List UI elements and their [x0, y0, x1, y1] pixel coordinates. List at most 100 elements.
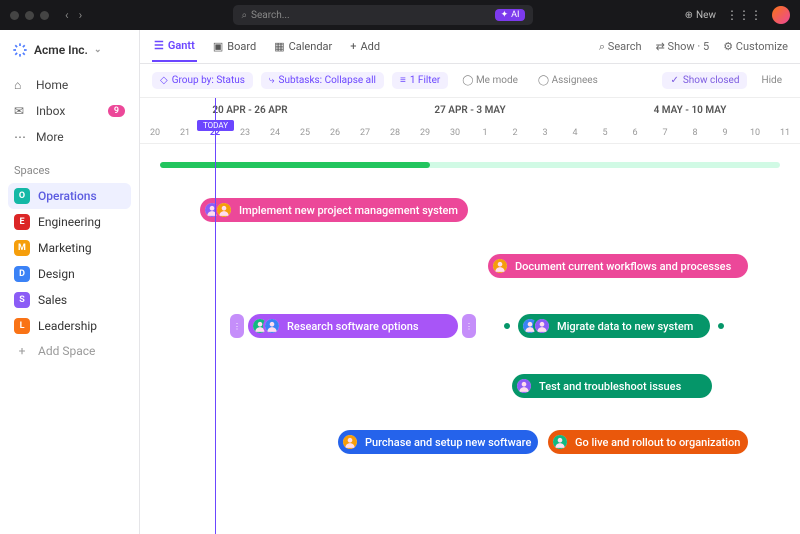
calendar-icon: ▦ — [274, 40, 284, 53]
hide-button[interactable]: Hide — [755, 72, 788, 89]
show-closed-chip[interactable]: ✓ Show closed — [662, 72, 747, 89]
workspace-name: Acme Inc. — [34, 43, 88, 57]
chevron-down-icon: ⌄ — [94, 45, 102, 55]
avatar — [533, 317, 551, 335]
sidebar: Acme Inc. ⌄ ⌂Home ✉Inbox9 ⋯More Spaces O… — [0, 30, 140, 534]
gantt-timeline: 20 APR - 26 APR27 APR - 3 MAY4 MAY - 10 … — [140, 98, 800, 534]
group-by-chip[interactable]: ◇ Group by: Status — [152, 72, 253, 89]
task-bar[interactable]: Test and troubleshoot issues — [512, 374, 712, 398]
sidebar-space-design[interactable]: D Design — [8, 261, 131, 287]
filter-chip[interactable]: ≡ 1 Filter — [392, 72, 448, 89]
tab-calendar[interactable]: ▦Calendar — [272, 32, 334, 61]
apps-icon[interactable]: ⋮⋮⋮ — [726, 8, 762, 22]
space-badge-icon: O — [14, 188, 30, 204]
task-avatars — [203, 201, 233, 219]
space-badge-icon: L — [14, 318, 30, 334]
search-view[interactable]: ⌕ Search — [599, 40, 642, 54]
ai-button[interactable]: ✦ AI — [495, 9, 526, 21]
task-bar[interactable]: Document current workflows and processes — [488, 254, 748, 278]
task-label: Migrate data to new system — [557, 320, 693, 333]
today-label: TODAY — [197, 120, 234, 131]
nav-home[interactable]: ⌂Home — [8, 72, 131, 98]
workspace-switcher[interactable]: Acme Inc. ⌄ — [8, 40, 131, 60]
add-view-button[interactable]: +Add — [348, 32, 382, 61]
gantt-icon: ☰ — [154, 39, 164, 52]
task-bar[interactable]: Research software options — [248, 314, 458, 338]
back-arrow[interactable]: ‹ — [65, 8, 69, 22]
day-header: 24 — [260, 122, 290, 143]
nav-more[interactable]: ⋯More — [8, 124, 131, 150]
board-icon: ▣ — [213, 40, 223, 53]
tab-gantt[interactable]: ☰Gantt — [152, 31, 197, 62]
task-avatars — [515, 377, 533, 395]
space-badge-icon: M — [14, 240, 30, 256]
space-label: Operations — [38, 189, 97, 203]
day-header: 25 — [290, 122, 320, 143]
week-header: 4 MAY - 10 MAY — [580, 98, 800, 122]
day-header: 5 — [590, 122, 620, 143]
day-header: 11 — [770, 122, 800, 143]
tab-board[interactable]: ▣Board — [211, 32, 258, 61]
inbox-icon: ✉ — [14, 104, 28, 118]
user-avatar[interactable] — [772, 6, 790, 24]
task-bar[interactable]: Purchase and setup new software — [338, 430, 538, 454]
sidebar-space-marketing[interactable]: M Marketing — [8, 235, 131, 261]
task-avatars — [251, 317, 281, 335]
sidebar-space-leadership[interactable]: L Leadership — [8, 313, 131, 339]
task-label: Implement new project management system — [239, 204, 458, 217]
workspace-logo-icon — [12, 42, 28, 58]
resize-handle[interactable]: ⋮ — [230, 314, 244, 338]
add-space-button[interactable]: +Add Space — [8, 339, 131, 363]
space-badge-icon: D — [14, 266, 30, 282]
forward-arrow[interactable]: › — [79, 8, 83, 22]
day-header: 29 — [410, 122, 440, 143]
subtasks-chip[interactable]: ⤷ Subtasks: Collapse all — [261, 72, 384, 89]
resize-handle[interactable]: ⋮ — [462, 314, 476, 338]
task-bar[interactable]: Implement new project management system — [200, 198, 468, 222]
day-header: 27 — [350, 122, 380, 143]
customize-button[interactable]: ⚙ Customize — [723, 40, 788, 54]
avatar — [515, 377, 533, 395]
view-tabs: ☰Gantt ▣Board ▦Calendar +Add ⌕ Search ⇄ … — [140, 30, 800, 64]
progress-foreground — [160, 162, 430, 168]
spaces-label: Spaces — [14, 164, 131, 177]
show-menu[interactable]: ⇄ Show · 5 — [656, 40, 710, 54]
space-label: Sales — [38, 293, 67, 307]
new-button[interactable]: ⊕ New — [685, 10, 716, 21]
day-header: 2 — [500, 122, 530, 143]
task-label: Go live and rollout to organization — [575, 436, 740, 449]
day-header: 20 — [140, 122, 170, 143]
space-label: Engineering — [38, 215, 101, 229]
day-header: 10 — [740, 122, 770, 143]
day-header: 6 — [620, 122, 650, 143]
me-mode[interactable]: ◯ Me mode — [456, 72, 524, 89]
day-header: 23 — [230, 122, 260, 143]
dependency-dot[interactable] — [718, 323, 724, 329]
day-header: 7 — [650, 122, 680, 143]
week-header: 20 APR - 26 APR — [140, 98, 360, 122]
global-search[interactable]: ⌕ Search... ✦ AI — [233, 5, 533, 25]
task-label: Test and troubleshoot issues — [539, 380, 681, 393]
sidebar-space-engineering[interactable]: EEngineering — [8, 209, 131, 235]
space-label: Design — [38, 267, 75, 281]
search-icon: ⌕ — [241, 10, 247, 21]
dependency-dot[interactable] — [504, 323, 510, 329]
day-header: 21 — [170, 122, 200, 143]
window-controls[interactable] — [10, 11, 49, 20]
space-label: Marketing — [38, 241, 92, 255]
nav-inbox[interactable]: ✉Inbox9 — [8, 98, 131, 124]
task-bar[interactable]: Migrate data to new system — [518, 314, 710, 338]
task-bar[interactable]: Go live and rollout to organization — [548, 430, 748, 454]
day-header: 1 — [470, 122, 500, 143]
sidebar-space-operations[interactable]: O Operations — [8, 183, 131, 209]
space-label: Leadership — [38, 319, 97, 333]
task-avatars — [341, 433, 359, 451]
sidebar-space-sales[interactable]: SSales — [8, 287, 131, 313]
today-marker — [215, 98, 216, 534]
week-header: 27 APR - 3 MAY — [360, 98, 580, 122]
avatar — [341, 433, 359, 451]
filter-bar: ◇ Group by: Status ⤷ Subtasks: Collapse … — [140, 64, 800, 98]
titlebar: ‹ › ⌕ Search... ✦ AI ⊕ New ⋮⋮⋮ — [0, 0, 800, 30]
search-placeholder: Search... — [251, 10, 290, 21]
assignees-filter[interactable]: ◯ Assignees — [532, 72, 604, 89]
